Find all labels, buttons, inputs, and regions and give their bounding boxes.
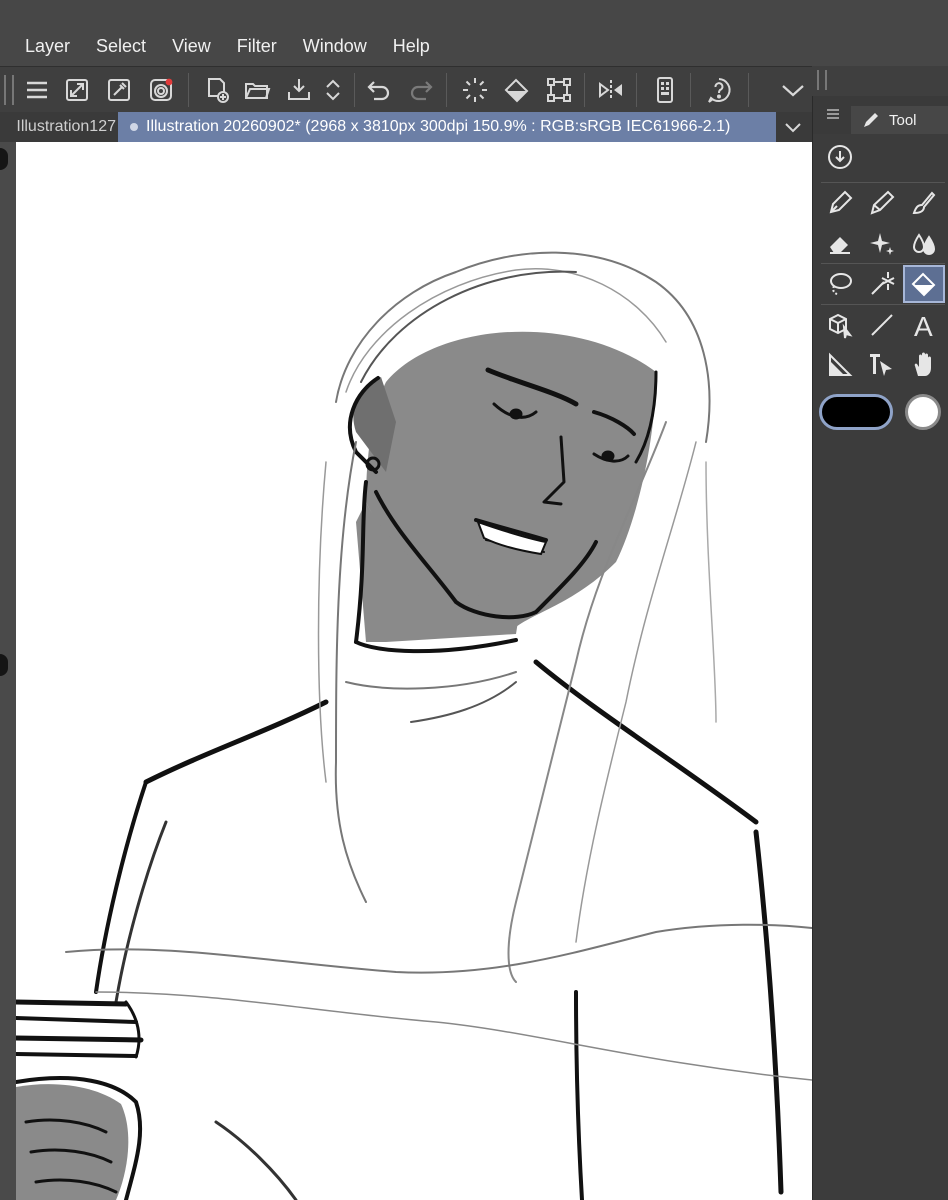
color-selector	[819, 390, 947, 434]
eraser-icon[interactable]	[819, 224, 861, 262]
blend-drops-icon[interactable]	[903, 224, 945, 262]
tab-active-document[interactable]: Illustration 20260902* (2968 x 3810px 30…	[118, 112, 776, 142]
3d-object-icon[interactable]	[819, 306, 861, 344]
command-bar	[0, 66, 812, 114]
ruler-icon[interactable]	[819, 346, 861, 384]
menu-view[interactable]: View	[172, 36, 211, 57]
spiral-badge-icon[interactable]	[146, 75, 176, 105]
brush-icon[interactable]	[903, 184, 945, 222]
tool-panel-header: Tool	[813, 96, 948, 134]
fit-screen-icon[interactable]	[62, 75, 92, 105]
updown-arrows-icon[interactable]	[318, 75, 348, 105]
menu-window[interactable]: Window	[303, 36, 367, 57]
fill-icon[interactable]	[903, 265, 945, 303]
transform-icon[interactable]	[544, 75, 574, 105]
line-icon[interactable]	[861, 306, 903, 344]
eyedropper-icon[interactable]	[104, 75, 134, 105]
new-canvas-icon[interactable]	[202, 75, 232, 105]
menu-filter[interactable]: Filter	[237, 36, 277, 57]
device-icon[interactable]	[650, 75, 680, 105]
document-tabs: Illustration127 Illustration 20260902* (…	[0, 112, 812, 142]
toolbar-grip[interactable]	[4, 75, 14, 105]
operation-icon[interactable]	[861, 346, 903, 384]
edge-handle-top[interactable]	[0, 148, 8, 170]
lasso-icon[interactable]	[819, 265, 861, 303]
tool-grid: A	[819, 182, 947, 385]
flip-horizontal-icon[interactable]	[596, 75, 626, 105]
pencil-icon[interactable]	[861, 184, 903, 222]
menu-icon[interactable]	[22, 75, 52, 105]
tab-tool-label: Tool	[889, 111, 917, 129]
edge-handle-middle[interactable]	[0, 654, 8, 676]
left-edge-strip	[0, 142, 16, 1200]
magic-wand-icon[interactable]	[861, 265, 903, 303]
menu-layer[interactable]: Layer	[25, 36, 70, 57]
drawing-canvas[interactable]	[16, 142, 812, 1200]
selection-spinner-icon[interactable]	[460, 75, 490, 105]
tab-active-label: Illustration 20260902* (2968 x 3810px 30…	[146, 118, 731, 135]
tab-tool[interactable]: Tool	[851, 106, 948, 134]
panel-grip[interactable]	[817, 70, 827, 90]
download-circle-icon[interactable]	[827, 144, 853, 170]
text-icon[interactable]: A	[903, 306, 945, 344]
pen-tab-icon	[864, 113, 878, 127]
tab-list-chevron-icon[interactable]	[780, 116, 806, 138]
hand-icon[interactable]	[903, 346, 945, 384]
sparkle-icon[interactable]	[861, 224, 903, 262]
save-download-icon[interactable]	[284, 75, 314, 105]
svg-text:A: A	[914, 311, 933, 339]
unsaved-dot-icon	[130, 123, 138, 131]
fill-bucket-icon[interactable]	[502, 75, 532, 105]
sketch-artwork	[16, 251, 812, 1200]
menu-select[interactable]: Select	[96, 36, 146, 57]
sub-color-swatch[interactable]	[905, 394, 941, 430]
open-folder-icon[interactable]	[242, 75, 272, 105]
collapse-chevron-icon[interactable]	[778, 75, 808, 105]
redo-icon[interactable]	[406, 75, 436, 105]
undo-icon[interactable]	[364, 75, 394, 105]
menu-bar: Layer Select View Filter Window Help	[0, 0, 948, 66]
pen-icon[interactable]	[819, 184, 861, 222]
menu-help[interactable]: Help	[393, 36, 430, 57]
tool-panel: Tool A	[812, 96, 948, 1200]
main-color-swatch[interactable]	[819, 394, 893, 430]
tab-illustration127[interactable]: Illustration127	[0, 112, 116, 142]
help-icon[interactable]	[704, 75, 734, 105]
panel-menu-icon[interactable]	[827, 108, 839, 120]
